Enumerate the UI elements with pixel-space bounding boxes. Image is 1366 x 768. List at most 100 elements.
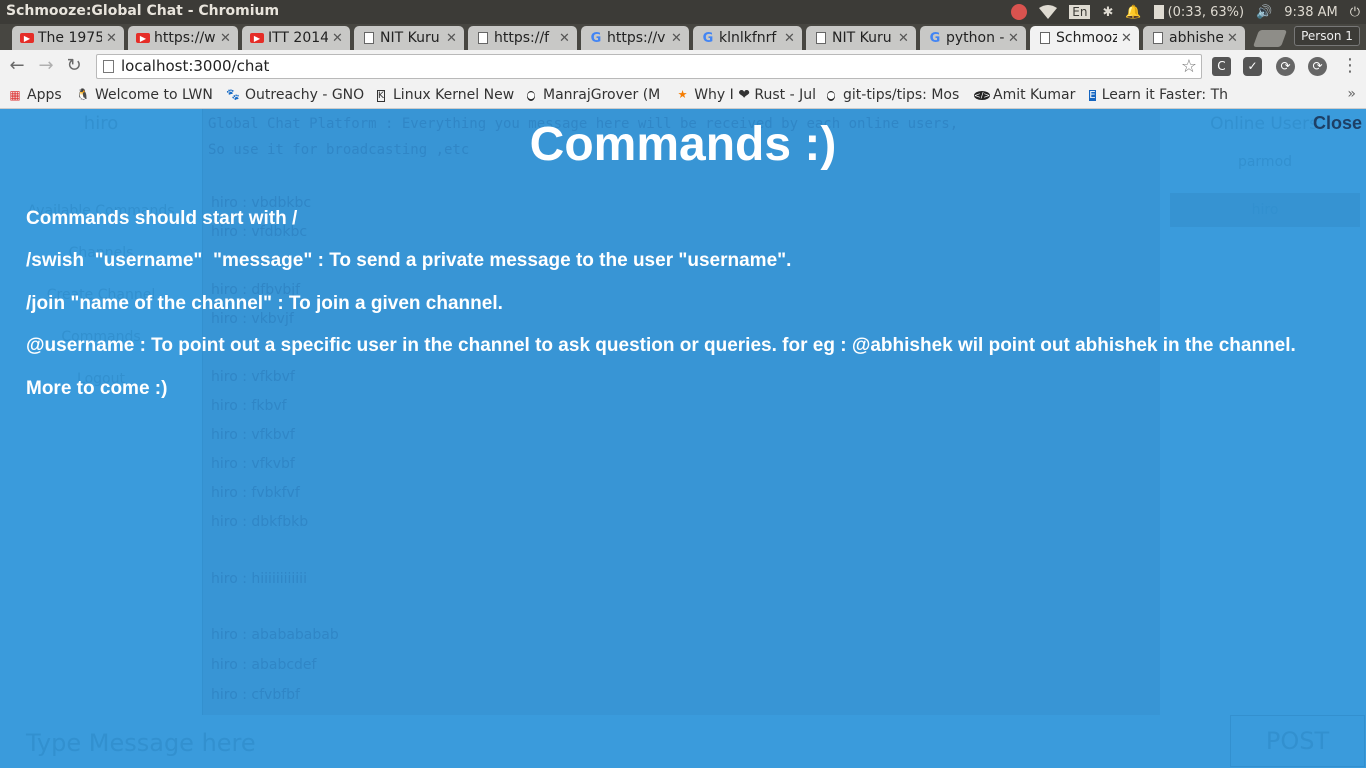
close-button[interactable]: Close <box>1313 113 1362 134</box>
bookmark-item[interactable]: E Learn it Faster: Th <box>1088 87 1228 103</box>
reload-icon[interactable]: ↻ <box>63 55 85 77</box>
bookmark-item[interactable]: ● ManrajGrover (M <box>524 87 664 103</box>
bookmark-item[interactable]: 🐧 Welcome to LWN <box>76 87 216 103</box>
forward-arrow-icon[interactable]: → <box>35 55 57 77</box>
tab-title: NIT Kuru <box>380 30 440 46</box>
tab-title: ITT 2014 <box>268 30 328 46</box>
google-icon: G <box>590 30 602 46</box>
browser-tab[interactable]: https://f ✕ <box>468 26 577 50</box>
wifi-icon[interactable] <box>1033 0 1063 24</box>
browser-toolbar: ← → ↻ localhost:3000/chat ☆ C ✓ ⟳ ⟳ ⋮ <box>0 50 1366 83</box>
tab-title: https://f <box>494 30 550 46</box>
bookmark-item[interactable]: ▦ Apps <box>8 87 68 103</box>
bookmarks-overflow-icon[interactable]: » <box>1347 86 1356 102</box>
star-icon: ★ <box>677 88 688 101</box>
close-tab-icon[interactable]: ✕ <box>1121 31 1133 46</box>
bookmark-item[interactable]: K Linux Kernel New <box>374 87 516 103</box>
youtube-icon: ▶ <box>20 31 34 45</box>
commands-modal: Commands :) Close Commands should start … <box>0 109 1366 768</box>
profile-button[interactable]: Person 1 <box>1294 26 1360 46</box>
new-tab-button[interactable] <box>1252 30 1288 47</box>
battery-label: (0:33, 63%) <box>1167 4 1245 20</box>
close-tab-icon[interactable]: ✕ <box>671 31 683 46</box>
window-title: Schmooze:Global Chat - Chromium <box>6 3 280 19</box>
page-icon <box>103 60 114 73</box>
battery-indicator[interactable]: (0:33, 63%) <box>1148 0 1251 24</box>
browser-tab[interactable]: Gklnlkfnrf ✕ <box>693 26 802 50</box>
bookmark-star-icon[interactable]: ☆ <box>1181 55 1197 78</box>
close-tab-icon[interactable]: ✕ <box>559 31 571 46</box>
bookmark-label: Learn it Faster: Th <box>1101 87 1228 103</box>
url-text: localhost:3000/chat <box>121 57 270 75</box>
pocket-icon[interactable]: ✓ <box>1243 57 1262 76</box>
browser-tab[interactable]: NIT Kuru ✕ <box>354 26 464 50</box>
close-tab-icon[interactable]: ✕ <box>784 31 796 46</box>
tab-title: python - <box>946 30 1004 46</box>
page-icon <box>1038 31 1052 45</box>
tab-title: Schmooz <box>1056 30 1117 46</box>
close-tab-icon[interactable]: ✕ <box>446 31 458 46</box>
github-icon: ● <box>827 91 835 101</box>
back-arrow-icon[interactable]: ← <box>6 55 28 77</box>
page-icon <box>1151 31 1165 45</box>
close-tab-icon[interactable]: ✕ <box>1008 31 1020 46</box>
system-tray: En ✱ 🔔 (0:33, 63%) 🔊 9:38 AM ⏻ <box>1005 0 1366 24</box>
volume-icon[interactable]: 🔊 <box>1250 0 1278 24</box>
chat-app: hiro Available Commands Channels Create Ch… <box>0 109 1366 768</box>
command-line: More to come :) <box>26 378 168 399</box>
bookmark-label: Amit Kumar <box>993 87 1076 103</box>
browser-tab[interactable]: Schmooz ✕ <box>1030 26 1139 50</box>
close-tab-icon[interactable]: ✕ <box>898 31 910 46</box>
penguin-icon: 🐧 <box>76 88 90 101</box>
bookmark-label: Outreachy - GNO <box>245 87 365 103</box>
youtube-icon: ▶ <box>136 31 150 45</box>
address-bar[interactable]: localhost:3000/chat ☆ <box>96 54 1202 79</box>
code-icon: </> <box>974 91 991 100</box>
power-icon[interactable]: ⏻ <box>1344 0 1366 24</box>
bookmark-item[interactable]: </> Amit Kumar <box>974 87 1080 103</box>
extension-c-icon[interactable]: C <box>1212 57 1231 76</box>
browser-tab[interactable]: Gpython - ✕ <box>920 26 1026 50</box>
bookmark-item[interactable]: ★ Why I ❤ Rust - Jul <box>676 87 816 103</box>
tab-title: The 1975 <box>38 30 102 46</box>
close-tab-icon[interactable]: ✕ <box>1227 31 1239 46</box>
bluetooth-icon[interactable]: ✱ <box>1096 0 1119 24</box>
bookmarks-bar: ▦ Apps 🐧 Welcome to LWN 🐾 Outreachy - GNO K Lin… <box>0 83 1366 109</box>
command-line: @username : To point out a specific user… <box>26 335 1296 356</box>
bookmark-label: Apps <box>27 87 62 103</box>
command-line: /swish "username" "message" : To send a … <box>26 250 792 271</box>
menu-icon[interactable]: ⋮ <box>1341 55 1359 76</box>
refresh-extension-icon[interactable]: ⟳ <box>1308 57 1327 76</box>
browser-tab[interactable]: ▶ ITT 2014 ✕ <box>242 26 350 50</box>
close-tab-icon[interactable]: ✕ <box>220 31 232 46</box>
battery-icon <box>1153 5 1164 19</box>
book-icon: E <box>1089 90 1096 101</box>
bookmark-label: Why I ❤ Rust - Jul <box>694 87 816 103</box>
tab-title: abhishel <box>1169 30 1223 46</box>
close-tab-icon[interactable]: ✕ <box>106 31 118 46</box>
keyboard-language-indicator[interactable]: En <box>1063 0 1096 24</box>
sync-extension-icon[interactable]: ⟳ <box>1276 57 1295 76</box>
bookmark-item[interactable]: 🐾 Outreachy - GNO <box>226 87 366 103</box>
page-icon <box>814 31 828 45</box>
kernel-icon: K <box>377 90 385 102</box>
bookmark-label: Welcome to LWN <box>95 87 213 103</box>
tab-title: https://v <box>607 30 666 46</box>
browser-tab[interactable]: abhishel ✕ <box>1143 26 1245 50</box>
tab-strip: ▶ The 1975 ✕ ▶ https://w ✕ ▶ ITT 2014 ✕ NIT Kuru ✕… <box>0 24 1366 50</box>
tab-title: klnlkfnrf <box>719 30 777 46</box>
stop-icon[interactable] <box>1005 0 1033 24</box>
command-line: /join "name of the channel" : To join a … <box>26 293 503 314</box>
bookmark-item[interactable]: ● git-tips/tips: Mos <box>824 87 964 103</box>
youtube-icon: ▶ <box>250 31 264 45</box>
browser-tab[interactable]: ▶ https://w ✕ <box>128 26 238 50</box>
close-tab-icon[interactable]: ✕ <box>332 31 344 46</box>
browser-tab[interactable]: ▶ The 1975 ✕ <box>12 26 124 50</box>
language-label: En <box>1069 5 1091 19</box>
browser-tab[interactable]: Ghttps://v ✕ <box>581 26 689 50</box>
notification-bell-icon[interactable]: 🔔 <box>1119 0 1147 24</box>
google-icon: G <box>929 30 941 46</box>
browser-tab[interactable]: NIT Kuru ✕ <box>806 26 916 50</box>
bookmark-label: git-tips/tips: Mos <box>843 87 960 103</box>
clock[interactable]: 9:38 AM <box>1278 0 1343 24</box>
